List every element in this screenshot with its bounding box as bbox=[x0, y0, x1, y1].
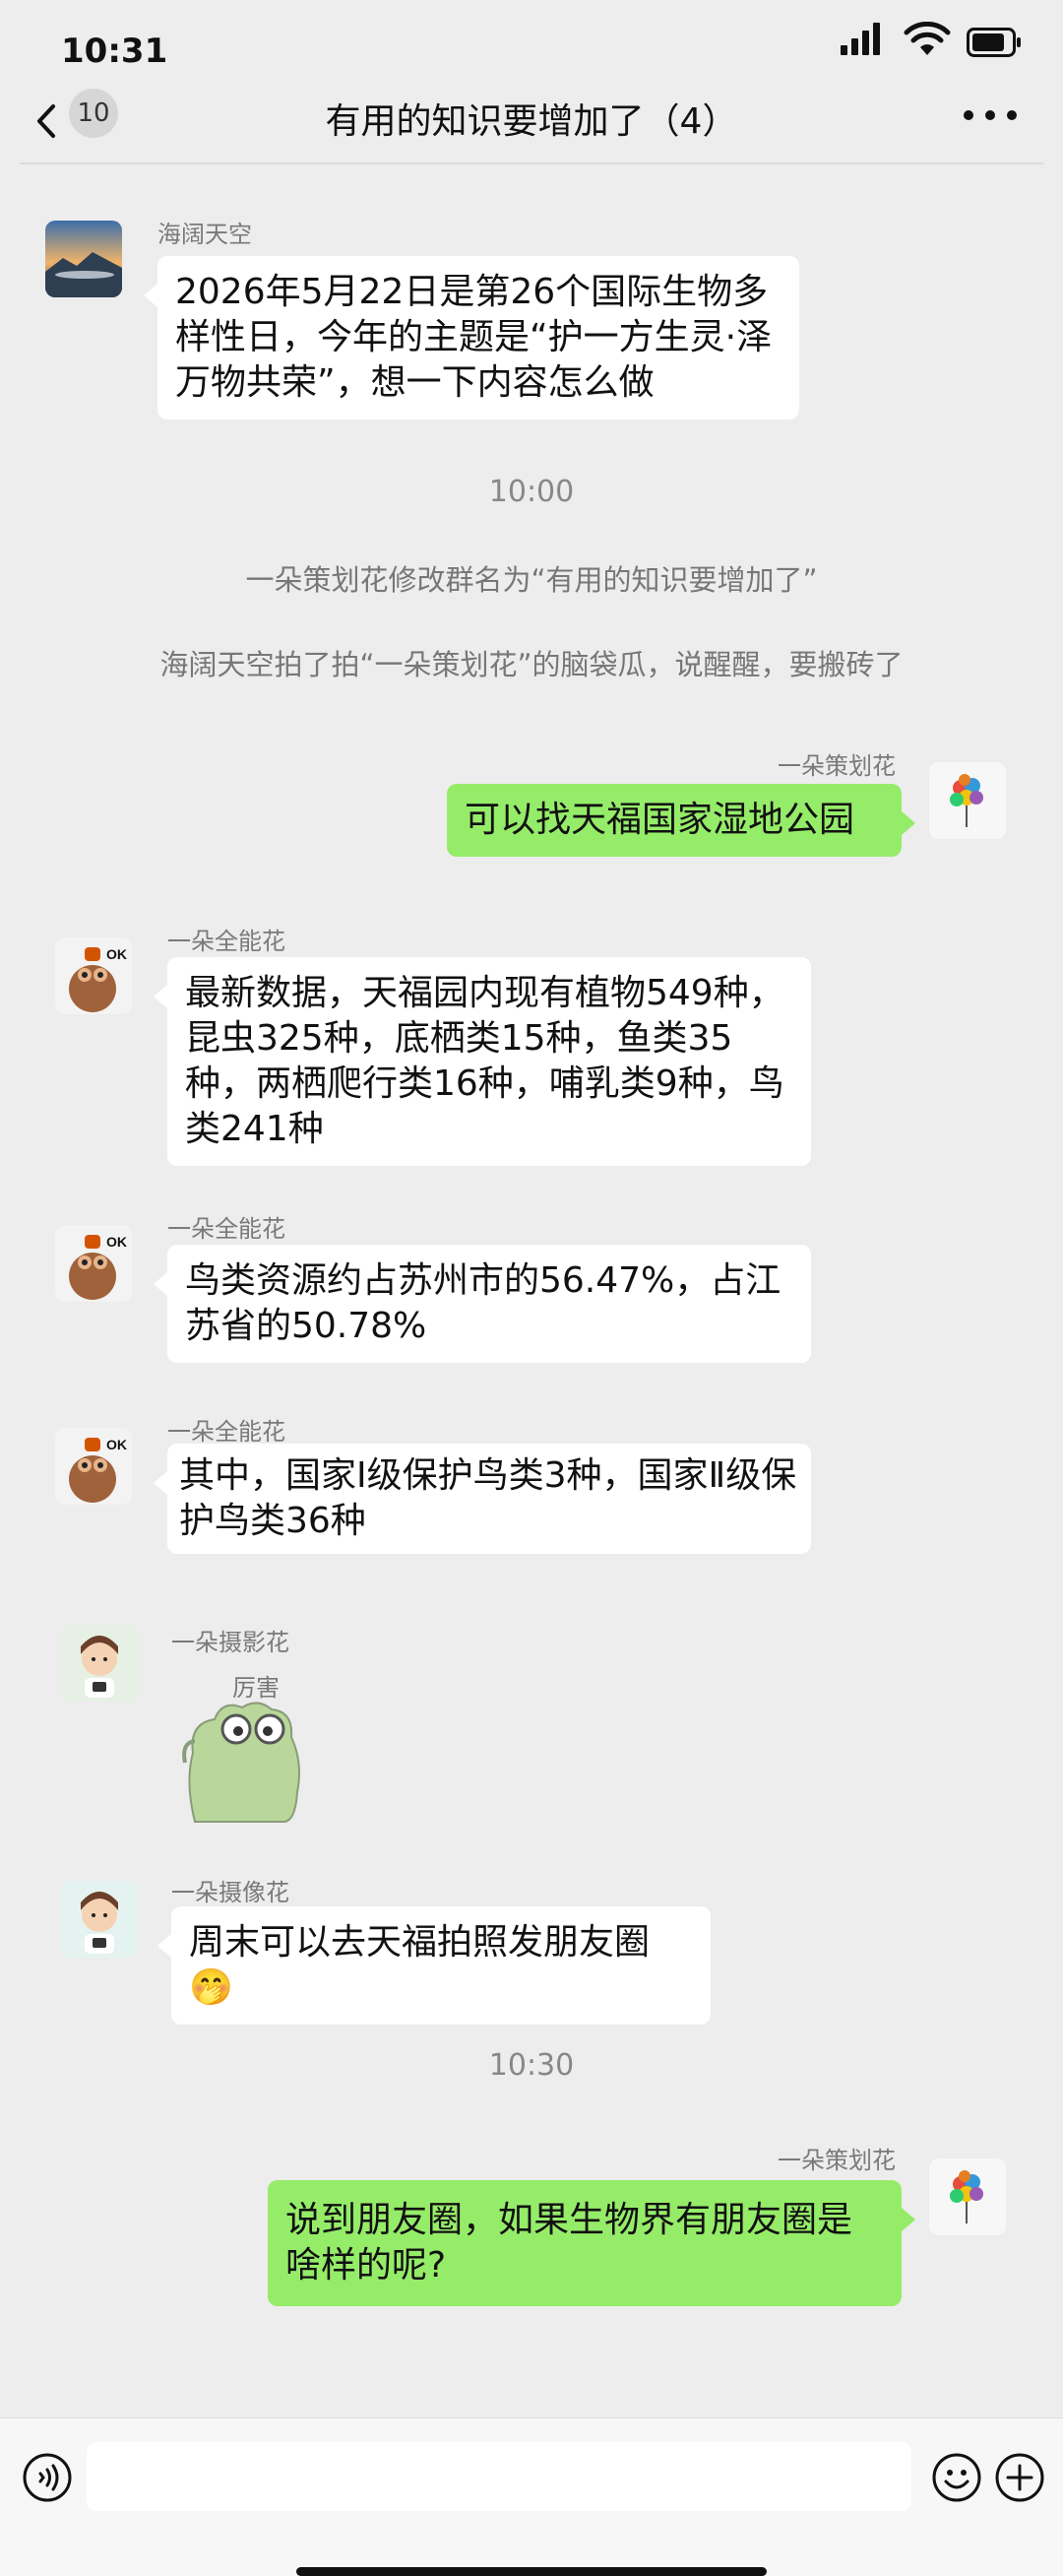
avatar[interactable]: OK bbox=[55, 937, 132, 1014]
more-dots-icon[interactable] bbox=[961, 100, 1020, 130]
chat-title: 有用的知识要增加了（4） bbox=[325, 101, 738, 142]
avatar[interactable] bbox=[45, 221, 122, 297]
battery-icon bbox=[967, 28, 1021, 57]
sticker-image[interactable]: 厉害 bbox=[175, 1664, 313, 1832]
system-notice: 海阔天空拍了拍“一朵策划花”的脑袋瓜，说醒醒，要搬砖了 bbox=[159, 648, 904, 681]
message-bubble[interactable]: 说到朋友圈，如果生物界有朋友圈是啥样的呢? bbox=[268, 2180, 915, 2306]
svg-text:OK: OK bbox=[106, 1437, 127, 1452]
status-time: 10:31 bbox=[61, 32, 168, 71]
sticker-caption: 厉害 bbox=[232, 1674, 280, 1702]
wifi-icon bbox=[904, 22, 951, 55]
status-bar: 10:31 bbox=[0, 0, 1063, 89]
plus-icon[interactable] bbox=[994, 2452, 1045, 2503]
sender-name: 一朵全能花 bbox=[167, 928, 285, 955]
chat-header: 10 有用的知识要增加了（4） bbox=[0, 87, 1063, 161]
sender-name: 海阔天空 bbox=[157, 221, 252, 248]
avatar[interactable] bbox=[61, 1881, 138, 1958]
home-indicator bbox=[296, 2567, 767, 2576]
message-bubble[interactable]: 可以找天福国家湿地公园 bbox=[447, 784, 915, 857]
message-bubble[interactable]: 其中，国家Ⅰ级保护鸟类3种，国家Ⅱ级保护鸟类36种 bbox=[154, 1444, 811, 1554]
sender-name: 一朵摄像花 bbox=[171, 1879, 289, 1906]
timestamp: 10:00 bbox=[488, 475, 575, 509]
voice-icon[interactable] bbox=[22, 2452, 73, 2503]
message-bubble[interactable]: 2026年5月22日是第26个国际生物多样性日，今年的主题是“护一方生灵·泽万物… bbox=[144, 256, 799, 419]
message-bubble[interactable]: 鸟类资源约占苏州市的56.47%，占江苏省的50.78% bbox=[154, 1245, 811, 1363]
signal-icon bbox=[841, 23, 880, 55]
header-divider bbox=[20, 162, 1043, 164]
system-notice: 一朵策划花修改群名为“有用的知识要增加了” bbox=[245, 563, 818, 597]
message-input[interactable] bbox=[87, 2442, 911, 2511]
sender-name: 一朵全能花 bbox=[167, 1215, 285, 1243]
sender-name: 一朵摄影花 bbox=[171, 1629, 289, 1656]
sender-name: 一朵策划花 bbox=[778, 752, 896, 780]
avatar[interactable] bbox=[929, 2158, 1006, 2235]
sender-name: 一朵全能花 bbox=[167, 1418, 285, 1446]
svg-text:OK: OK bbox=[106, 946, 127, 962]
timestamp: 10:30 bbox=[488, 2048, 575, 2083]
avatar[interactable] bbox=[61, 1625, 138, 1702]
avatar[interactable] bbox=[929, 762, 1006, 839]
input-bar bbox=[0, 2417, 1063, 2576]
avatar[interactable]: OK bbox=[55, 1225, 132, 1302]
message-bubble[interactable]: 周末可以去天福拍照发朋友圈🤭 bbox=[157, 1906, 711, 2025]
svg-text:OK: OK bbox=[106, 1234, 127, 1250]
message-bubble[interactable]: 最新数据，天福园内现有植物549种，昆虫325种，底栖类15种，鱼类35种，两栖… bbox=[154, 957, 811, 1166]
emoji-icon[interactable] bbox=[931, 2452, 982, 2503]
sender-name: 一朵策划花 bbox=[778, 2147, 896, 2174]
avatar[interactable]: OK bbox=[55, 1428, 132, 1505]
